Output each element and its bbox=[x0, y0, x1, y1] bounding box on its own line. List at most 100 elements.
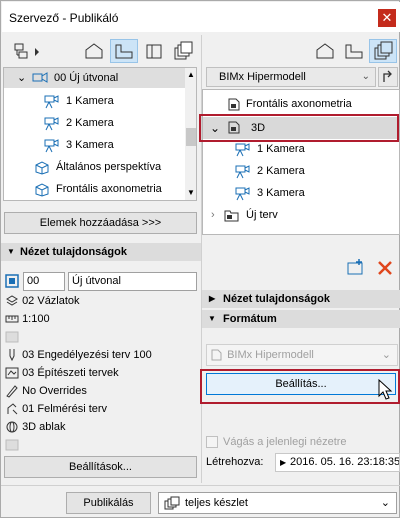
view-name-field[interactable]: Új útvonal bbox=[68, 272, 197, 291]
camera-icon bbox=[44, 139, 59, 153]
axonometry-icon bbox=[35, 183, 49, 197]
tree-item-label: Általános perspektíva bbox=[56, 161, 162, 173]
publisher-sets-tab[interactable] bbox=[170, 39, 196, 63]
created-field[interactable]: ▶ 2016. 05. 16. 23:18:35 bbox=[275, 453, 400, 472]
title-bar: Szervező - Publikáló ✕ bbox=[2, 2, 400, 32]
section-title: Nézet tulajdonságok bbox=[20, 246, 127, 258]
tree-item-new-folder[interactable]: › Új terv bbox=[203, 205, 399, 225]
tree-item-camera-1[interactable]: 1 Kamera bbox=[203, 139, 399, 159]
prop-dimension[interactable] bbox=[5, 436, 19, 454]
delete-icon[interactable] bbox=[376, 259, 394, 277]
view-map-tab[interactable] bbox=[110, 39, 138, 63]
crop-checkbox[interactable] bbox=[206, 436, 218, 448]
project-map-menu-button[interactable] bbox=[4, 39, 44, 63]
prop-3d-window[interactable]: 3D ablak bbox=[5, 418, 65, 436]
tree-item-label: 1 Kamera bbox=[66, 95, 114, 107]
right-publisher-sets-tab[interactable] bbox=[369, 39, 397, 63]
renovation-icon bbox=[7, 403, 18, 415]
project-map-tab[interactable] bbox=[81, 39, 107, 63]
chevron-right-icon[interactable]: › bbox=[211, 205, 215, 225]
expand-triangle-icon: ▶ bbox=[280, 458, 287, 467]
footer-divider bbox=[1, 485, 400, 486]
tree-item-axonometry[interactable]: Frontális axonometria bbox=[4, 179, 185, 199]
prop-layer-combination[interactable]: 02 Vázlatok bbox=[5, 292, 80, 310]
add-items-button[interactable]: Elemek hozzáadása >>> bbox=[4, 212, 197, 234]
publisher-sets-icon bbox=[164, 496, 180, 510]
camera-icon bbox=[44, 117, 59, 131]
layout-book-icon bbox=[146, 44, 162, 59]
prop-structure-display[interactable] bbox=[5, 328, 19, 346]
expand-triangle-icon: ▶ bbox=[209, 294, 216, 303]
tree-item-camera-2[interactable]: 2 Kamera bbox=[203, 161, 399, 181]
graphic-override-icon bbox=[6, 385, 18, 398]
layers-icon bbox=[6, 295, 18, 306]
tree-item-label: 3 Kamera bbox=[257, 187, 305, 199]
tree-item-label: 00 Új útvonal bbox=[54, 72, 119, 84]
structure-display-icon bbox=[5, 331, 19, 343]
section-title: Nézet tulajdonságok bbox=[223, 293, 330, 305]
layout-book-tab[interactable] bbox=[141, 39, 167, 63]
prop-label: 03 Engedélyezési terv 100 bbox=[22, 349, 152, 361]
created-value: 2016. 05. 16. 23:18:35 bbox=[290, 456, 400, 468]
right-project-map-tab[interactable] bbox=[312, 39, 338, 63]
pen-icon bbox=[9, 349, 15, 362]
view-properties-header[interactable]: ▼ Nézet tulajdonságok bbox=[1, 243, 201, 261]
right-view-properties-header[interactable]: ▶ Nézet tulajdonságok bbox=[202, 290, 400, 308]
tree-scrollbar[interactable]: ▲ ▼ bbox=[185, 68, 196, 200]
prop-pen-set[interactable]: 03 Engedélyezési terv 100 bbox=[5, 346, 152, 364]
tree-item-perspective[interactable]: Általános perspektíva bbox=[4, 157, 185, 177]
format-dropdown[interactable]: BIMx Hipermodell ⌄ bbox=[206, 344, 398, 366]
tree-item-camera-1[interactable]: 1 Kamera bbox=[4, 91, 185, 111]
new-folder-icon[interactable] bbox=[346, 258, 366, 276]
chevron-down-icon: ⌄ bbox=[380, 497, 390, 509]
publisher-set-value: BIMx Hipermodell bbox=[219, 71, 306, 83]
format-value: BIMx Hipermodell bbox=[227, 349, 314, 361]
back-button[interactable] bbox=[378, 67, 398, 87]
left-settings-button[interactable]: Beállítások... bbox=[4, 456, 197, 478]
prop-scale[interactable]: 1:100 bbox=[5, 310, 50, 328]
footer-set-value: teljes készlet bbox=[185, 497, 248, 509]
dimension-icon bbox=[5, 439, 19, 451]
prop-label: 01 Felmérési terv bbox=[22, 403, 108, 415]
close-button[interactable]: ✕ bbox=[378, 9, 396, 27]
highlight-3d-item bbox=[199, 114, 399, 142]
house-icon bbox=[316, 43, 334, 59]
prop-graphic-override[interactable]: No Overrides bbox=[5, 382, 87, 400]
camera-icon bbox=[44, 95, 59, 109]
view-map-icon bbox=[115, 44, 133, 59]
tree-item-label: Frontális axonometria bbox=[246, 98, 352, 110]
publish-button[interactable]: Publikálás bbox=[66, 492, 151, 514]
camera-path-icon bbox=[32, 72, 48, 83]
chevron-down-icon[interactable]: ⌄ bbox=[17, 68, 26, 88]
scroll-down-icon[interactable]: ▼ bbox=[187, 188, 195, 197]
camera-icon bbox=[235, 165, 250, 179]
chevron-down-icon: ⌄ bbox=[381, 349, 391, 361]
tree-item-route[interactable]: ⌄ 00 Új útvonal bbox=[4, 68, 185, 88]
3d-window-icon bbox=[6, 421, 18, 433]
publisher-sets-icon bbox=[374, 41, 393, 60]
prop-label: 02 Vázlatok bbox=[22, 295, 80, 307]
prop-label: 03 Építészeti tervek bbox=[22, 367, 119, 379]
publisher-set-dropdown[interactable]: BIMx Hipermodell ⌄ bbox=[206, 67, 376, 87]
arrow-up-back-icon bbox=[383, 70, 392, 82]
prop-model-view-options[interactable]: 03 Építészeti tervek bbox=[5, 364, 119, 382]
view-id-field[interactable]: 00 bbox=[23, 272, 65, 291]
footer-set-dropdown[interactable]: teljes készlet ⌄ bbox=[158, 492, 397, 514]
view-map-icon bbox=[345, 44, 363, 59]
tree-item-label: 3 Kamera bbox=[66, 139, 114, 151]
right-view-map-tab[interactable] bbox=[341, 39, 367, 63]
format-header[interactable]: ▼ Formátum bbox=[202, 310, 400, 328]
tree-item-camera-3[interactable]: 3 Kamera bbox=[203, 183, 399, 203]
chevron-down-icon: ⌄ bbox=[361, 71, 370, 82]
scroll-thumb[interactable] bbox=[186, 128, 196, 146]
tree-item-label: 2 Kamera bbox=[66, 117, 114, 129]
publisher-set-tree: Frontális axonometria ⌄ 3D 1 Kamera 2 Ka… bbox=[202, 89, 400, 235]
tree-item-camera-2[interactable]: 2 Kamera bbox=[4, 113, 185, 133]
publish-item-icon bbox=[228, 98, 240, 111]
section-title: Formátum bbox=[223, 313, 277, 325]
project-map-icon bbox=[14, 43, 39, 59]
tree-item-camera-3[interactable]: 3 Kamera bbox=[4, 135, 185, 155]
prop-renovation-filter[interactable]: 01 Felmérési terv bbox=[5, 400, 107, 418]
scroll-up-icon[interactable]: ▲ bbox=[187, 70, 195, 79]
tree-item-axonometry[interactable]: Frontális axonometria bbox=[203, 94, 399, 114]
